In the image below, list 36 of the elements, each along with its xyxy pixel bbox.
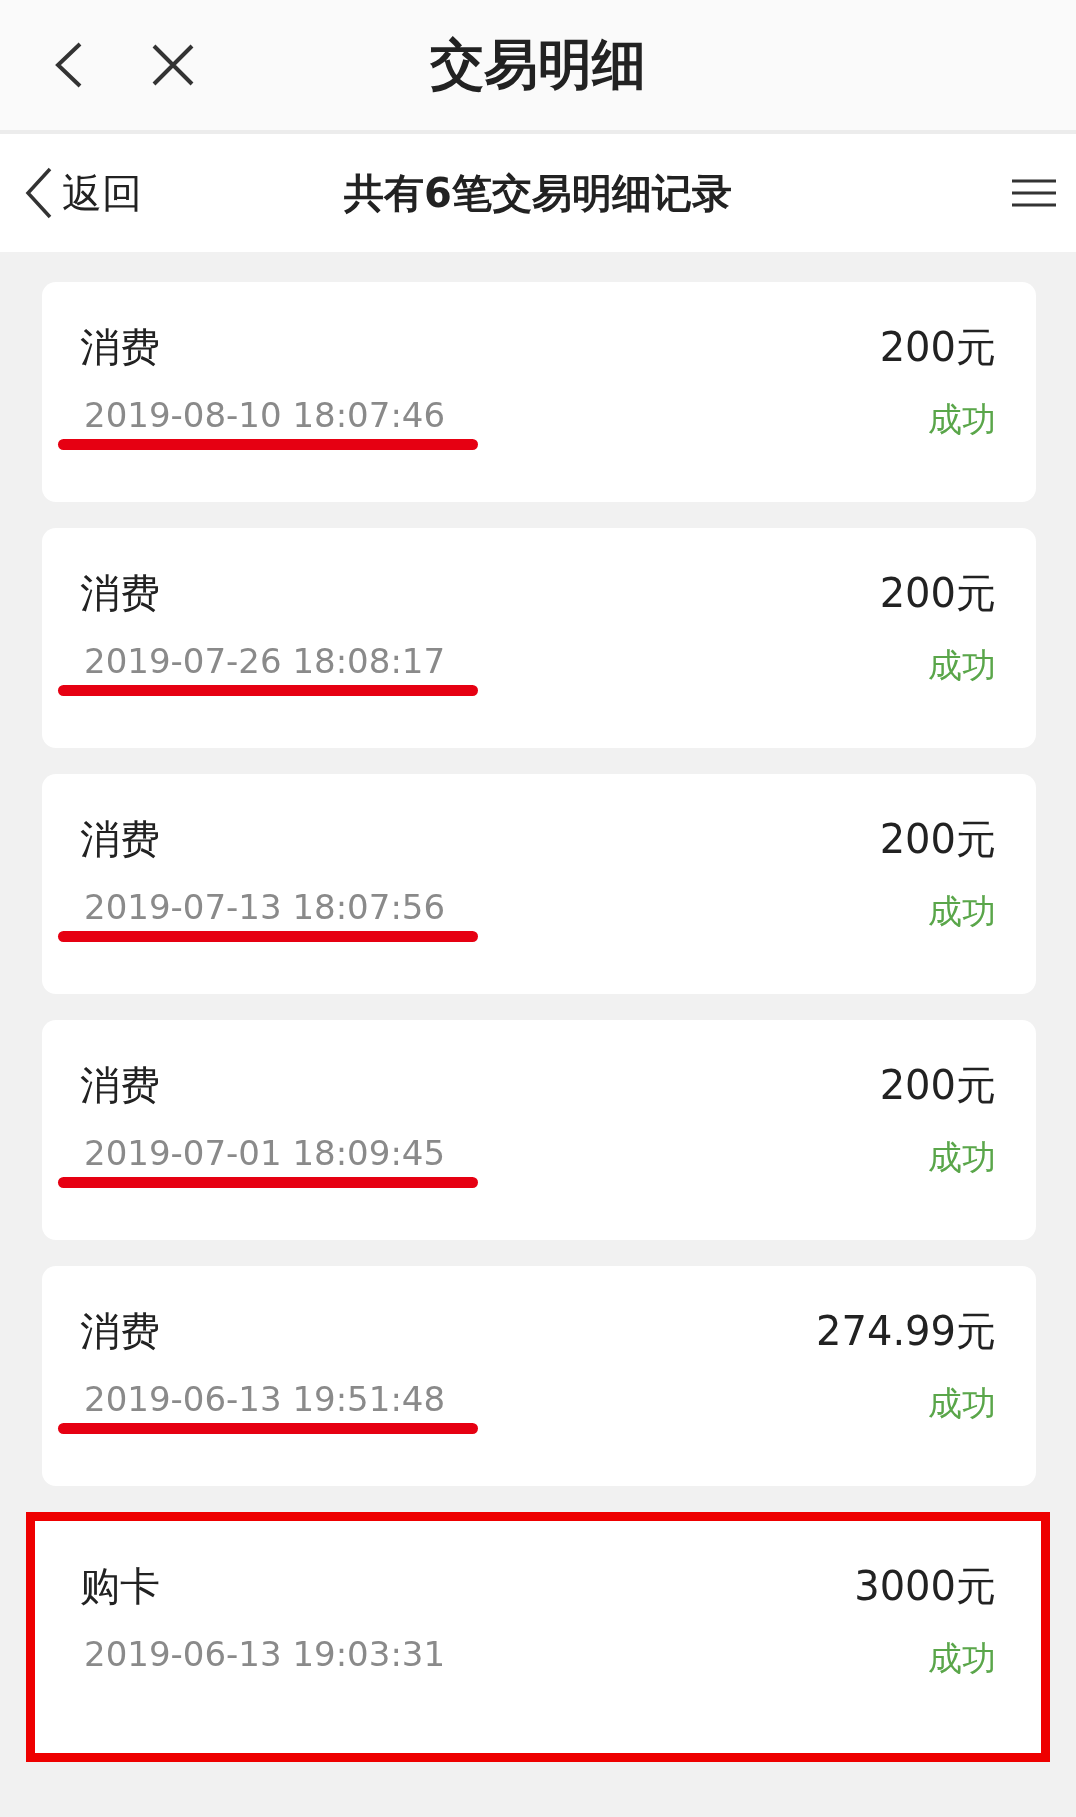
transaction-card[interactable]: 购卡 3000元 2019-06-13 19:03:31 成功 [26,1512,1050,1762]
transaction-card[interactable]: 消费 200元 2019-08-10 18:07:46 成功 [42,282,1036,502]
transaction-time: 2019-08-10 18:07:46 [83,395,447,435]
transaction-amount: 3000元 [854,1562,996,1611]
transaction-status: 成功 [928,398,996,441]
transaction-status: 成功 [928,1637,996,1680]
transaction-time: 2019-07-26 18:08:17 [83,641,447,681]
menu-icon[interactable] [1012,178,1056,208]
transaction-amount: 200元 [879,815,996,864]
transaction-status: 成功 [928,1136,996,1179]
transaction-time: 2019-07-13 18:07:56 [83,887,447,927]
transaction-time: 2019-06-13 19:03:31 [83,1634,446,1674]
transaction-amount: 200元 [879,569,996,618]
transaction-type: 购卡 [80,1562,160,1611]
transaction-card[interactable]: 消费 200元 2019-07-13 18:07:56 成功 [42,774,1036,994]
back-button[interactable]: 返回 [24,165,142,221]
page-title: 交易明细 [430,31,646,98]
transaction-status: 成功 [928,1382,996,1425]
transaction-amount: 274.99元 [816,1307,996,1356]
transaction-time: 2019-07-01 18:09:45 [83,1133,447,1173]
transaction-status: 成功 [928,890,996,933]
transaction-type: 消费 [80,1061,160,1110]
transaction-type: 消费 [80,815,160,864]
transaction-card[interactable]: 消费 200元 2019-07-26 18:08:17 成功 [42,528,1036,748]
chevron-icon [24,167,54,219]
transaction-type: 消费 [80,569,160,618]
transaction-card[interactable]: 消费 274.99元 2019-06-13 19:51:48 成功 [42,1266,1036,1486]
transaction-amount: 200元 [879,1061,996,1110]
transaction-time: 2019-06-13 19:51:48 [83,1379,447,1419]
transaction-amount: 200元 [879,323,996,372]
record-count-title: 共有6笔交易明细记录 [344,168,732,218]
transaction-type: 消费 [80,323,160,372]
transaction-status: 成功 [928,644,996,687]
close-icon[interactable] [150,42,196,88]
transaction-type: 消费 [80,1307,160,1356]
transaction-card[interactable]: 消费 200元 2019-07-01 18:09:45 成功 [42,1020,1036,1240]
